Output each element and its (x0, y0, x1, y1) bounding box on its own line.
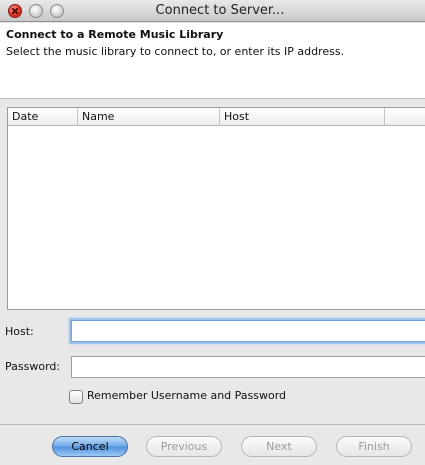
header-description: Select the music library to connect to, … (6, 45, 345, 58)
host-input[interactable] (71, 320, 425, 342)
zoom-window-icon[interactable] (50, 4, 64, 18)
header-title: Connect to a Remote Music Library (6, 28, 224, 41)
column-header-date[interactable]: Date (8, 108, 78, 126)
remember-credentials-checkbox[interactable] (69, 390, 83, 404)
password-label: Password: (5, 360, 61, 373)
remember-credentials-label[interactable]: Remember Username and Password (87, 389, 286, 402)
library-table[interactable]: Date Name Host (7, 107, 425, 310)
minimize-window-icon[interactable] (29, 4, 43, 18)
title-bar[interactable]: Connect to Server... (0, 0, 425, 22)
finish-button[interactable]: Finish (336, 436, 412, 457)
column-header-extra[interactable] (385, 108, 425, 126)
column-header-host[interactable]: Host (220, 108, 385, 126)
dialog-header: Connect to a Remote Music Library Select… (0, 23, 425, 99)
password-input[interactable] (71, 356, 425, 378)
previous-button[interactable]: Previous (146, 436, 222, 457)
window-title: Connect to Server... (155, 3, 285, 18)
connect-to-server-dialog: Connect to Server... Connect to a Remote… (0, 0, 425, 465)
cancel-button[interactable]: Cancel (52, 436, 128, 457)
next-button[interactable]: Next (241, 436, 317, 457)
close-window-icon[interactable] (8, 4, 22, 18)
table-header: Date Name Host (8, 108, 425, 126)
host-label: Host: (5, 325, 34, 338)
footer-divider (0, 424, 425, 425)
column-header-name[interactable]: Name (78, 108, 220, 126)
